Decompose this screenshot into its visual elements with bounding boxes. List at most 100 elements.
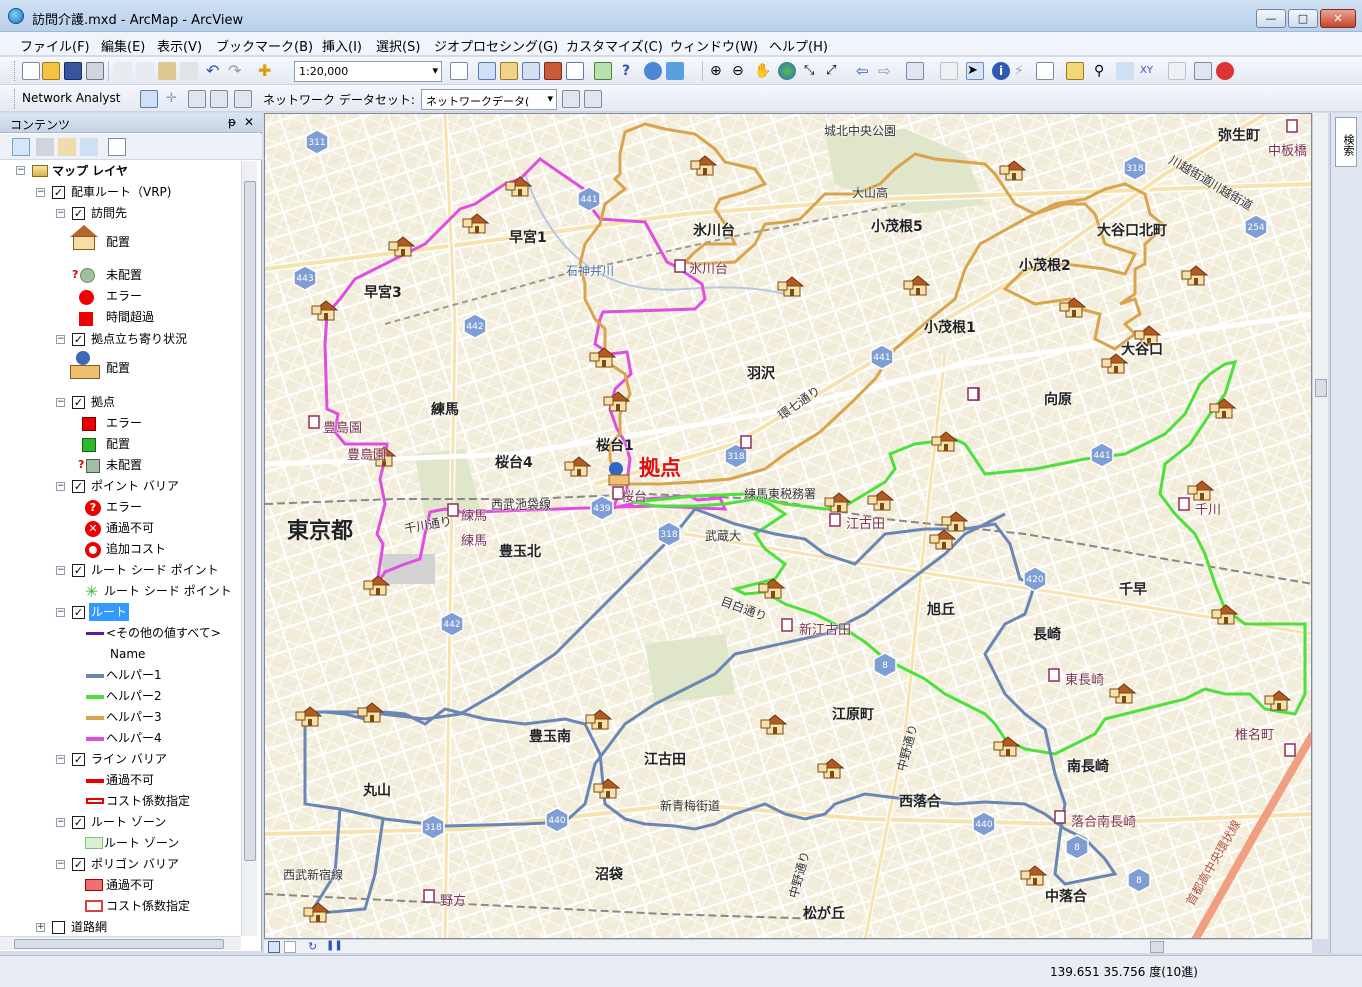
- zoom-out-icon[interactable]: ⊖: [732, 62, 750, 80]
- scroll-thumb[interactable]: [1150, 941, 1164, 953]
- collapse-icon[interactable]: −: [56, 860, 65, 869]
- modelbuilder-icon[interactable]: [594, 62, 612, 80]
- line-barriers-label[interactable]: ライン バリア: [91, 750, 167, 768]
- copy-icon[interactable]: [136, 62, 154, 80]
- time-slider-icon[interactable]: [1168, 62, 1186, 80]
- minimize-button[interactable]: —: [1256, 9, 1286, 28]
- map-scale-combo[interactable]: 1:20,000: [294, 61, 442, 82]
- network-dataset-combo[interactable]: ネットワークデータ(: [421, 89, 557, 110]
- menu-view[interactable]: 表示(V): [157, 36, 202, 55]
- polygon-barriers-label[interactable]: ポリゴン バリア: [91, 855, 179, 873]
- build-network-icon[interactable]: [562, 90, 580, 108]
- clear-selection-icon[interactable]: [940, 62, 958, 80]
- point-barriers-label[interactable]: ポイント バリア: [91, 477, 179, 495]
- close-icon[interactable]: ✕: [244, 115, 254, 129]
- table-of-contents-icon[interactable]: [478, 62, 496, 80]
- create-viewer-icon[interactable]: [1194, 62, 1212, 80]
- find-binoculars-icon[interactable]: ⚲: [1094, 62, 1112, 80]
- search-window-icon[interactable]: [522, 62, 540, 80]
- layer-checkbox[interactable]: ✓: [52, 186, 65, 199]
- collapse-icon[interactable]: −: [56, 755, 65, 764]
- layer-checkbox[interactable]: ✓: [72, 480, 85, 493]
- undo-icon[interactable]: ↶: [206, 62, 224, 80]
- network-analyst-menu[interactable]: Network Analyst: [22, 91, 120, 105]
- back-extent-icon[interactable]: ⇦: [856, 62, 874, 80]
- layer-checkbox[interactable]: ✓: [72, 606, 85, 619]
- scroll-thumb[interactable]: [14, 939, 224, 949]
- route-seed-points-label[interactable]: ルート シード ポイント: [91, 561, 219, 579]
- layer-checkbox[interactable]: ✓: [72, 564, 85, 577]
- network-toggle-icon[interactable]: [1216, 62, 1234, 80]
- menu-bookmarks[interactable]: ブックマーク(B): [216, 36, 313, 55]
- scroll-thumb[interactable]: [244, 181, 256, 861]
- arcmap-app-icon[interactable]: [8, 8, 24, 24]
- menu-edit[interactable]: 編集(E): [101, 36, 145, 55]
- pin-icon[interactable]: ᵽ: [228, 115, 236, 129]
- collapse-icon[interactable]: −: [56, 335, 65, 344]
- select-move-location-icon[interactable]: [188, 90, 206, 108]
- toc-horizontal-scrollbar[interactable]: [0, 936, 241, 950]
- map-layers-label[interactable]: マップ レイヤ: [52, 162, 128, 180]
- full-extent-icon[interactable]: [778, 62, 796, 80]
- toolbar-grip[interactable]: [14, 61, 17, 81]
- depot-visits-label[interactable]: 拠点立ち寄り状況: [91, 330, 187, 348]
- select-features-icon[interactable]: [906, 62, 924, 80]
- menu-window[interactable]: ウィンドウ(W): [670, 36, 758, 55]
- search-tab[interactable]: 検索: [1335, 117, 1357, 167]
- select-elements-arrow-icon[interactable]: ➤: [966, 62, 984, 80]
- menu-selection[interactable]: 選択(S): [376, 36, 420, 55]
- list-by-drawing-order-icon[interactable]: [12, 138, 30, 156]
- list-by-source-icon[interactable]: [36, 138, 54, 156]
- road-network-label[interactable]: 道路網: [71, 918, 107, 936]
- paste-icon[interactable]: [158, 62, 176, 80]
- open-folder-icon[interactable]: [42, 62, 60, 80]
- print-icon[interactable]: [86, 62, 104, 80]
- refresh-icon[interactable]: ↻: [308, 940, 317, 953]
- toolbar-grip[interactable]: [14, 89, 17, 109]
- toc-vertical-scrollbar[interactable]: [241, 161, 257, 936]
- pause-drawing-icon[interactable]: ❚❚: [326, 940, 343, 951]
- map-display[interactable]: 311 441 318 254 443 442 441 318 441 439 …: [264, 113, 1312, 939]
- hyperlink-icon[interactable]: ⚡: [1014, 62, 1032, 80]
- collapse-icon[interactable]: −: [56, 398, 65, 407]
- close-button[interactable]: ✕: [1320, 9, 1356, 28]
- delete-icon[interactable]: [180, 62, 198, 80]
- collapse-icon[interactable]: −: [56, 818, 65, 827]
- list-by-visibility-icon[interactable]: [58, 138, 76, 156]
- layer-checkbox[interactable]: ✓: [72, 396, 85, 409]
- menu-insert[interactable]: 挿入(I): [322, 36, 362, 55]
- html-popup-icon[interactable]: [1036, 62, 1054, 80]
- maximize-button[interactable]: □: [1288, 9, 1318, 28]
- collapse-icon[interactable]: −: [56, 566, 65, 575]
- directions-icon[interactable]: [234, 90, 252, 108]
- orders-label[interactable]: 訪問先: [91, 204, 127, 222]
- menu-geoprocessing[interactable]: ジオプロセシング(G): [434, 36, 558, 55]
- expand-icon[interactable]: +: [36, 923, 45, 932]
- collapse-icon[interactable]: −: [56, 209, 65, 218]
- network-analyst-window-icon[interactable]: [140, 90, 158, 108]
- editor-toolbar-icon[interactable]: [450, 62, 468, 80]
- list-by-selection-icon[interactable]: [80, 138, 98, 156]
- measure-icon[interactable]: [1066, 62, 1084, 80]
- layer-checkbox[interactable]: ✓: [72, 333, 85, 346]
- arctoolbox-icon[interactable]: [544, 62, 562, 80]
- collapse-icon[interactable]: −: [56, 482, 65, 491]
- pan-hand-icon[interactable]: ✋: [754, 62, 772, 80]
- cut-icon[interactable]: [114, 62, 132, 80]
- network-identify-icon[interactable]: [584, 90, 602, 108]
- layer-checkbox[interactable]: ✓: [72, 207, 85, 220]
- add-basemap-icon[interactable]: [666, 62, 684, 80]
- find-route-icon[interactable]: [1116, 62, 1134, 80]
- collapse-icon[interactable]: −: [56, 608, 65, 617]
- vrp-layer-label[interactable]: 配車ルート（VRP): [71, 183, 171, 201]
- menu-help[interactable]: ヘルプ(H): [769, 36, 828, 55]
- data-view-icon[interactable]: [268, 941, 280, 953]
- collapse-icon[interactable]: −: [36, 188, 45, 197]
- route-zones-label[interactable]: ルート ゾーン: [91, 813, 166, 831]
- python-window-icon[interactable]: [566, 62, 584, 80]
- solve-icon[interactable]: [210, 90, 228, 108]
- toc-options-icon[interactable]: [108, 138, 126, 156]
- fixed-zoom-in-icon[interactable]: ⤡: [804, 62, 822, 80]
- fixed-zoom-out-icon[interactable]: ⤢: [826, 62, 844, 80]
- new-document-icon[interactable]: [22, 62, 40, 80]
